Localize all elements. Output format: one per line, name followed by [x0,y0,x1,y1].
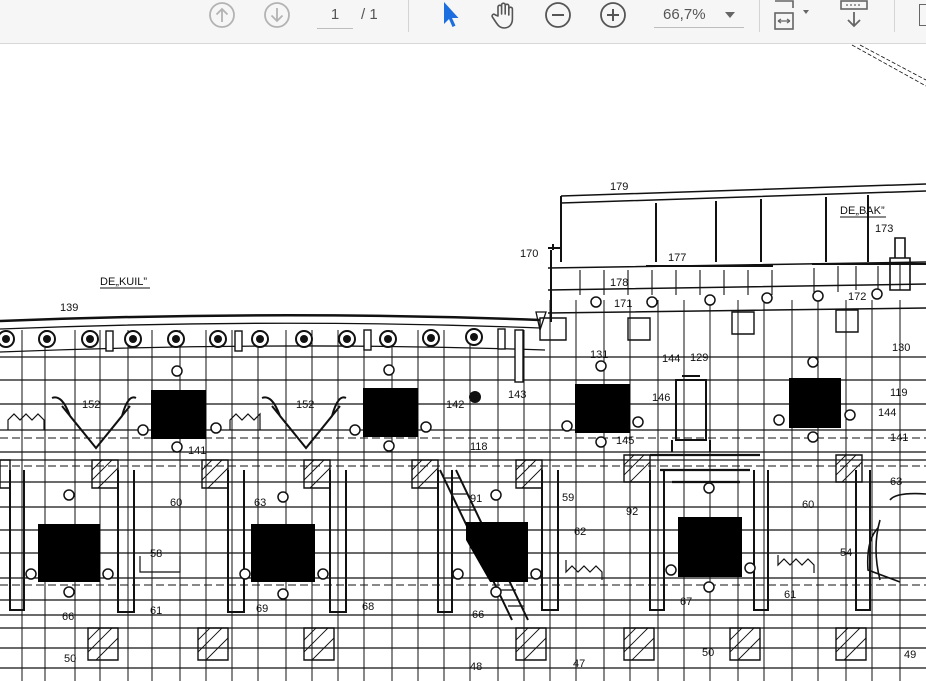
label-63b: 63 [890,476,902,488]
label-67: 67 [680,596,692,608]
label-152-right: 152 [296,399,314,411]
label-48: 48 [470,661,482,673]
label-130: 130 [892,342,910,354]
label-66: 66 [472,609,484,621]
label-145: 145 [616,435,634,447]
fit-page-icon [774,0,809,30]
label-50-left: 50 [64,653,76,665]
label-47: 47 [573,658,585,670]
label-60b: 60 [802,499,814,511]
label-179: 179 [610,181,628,193]
label-139: 139 [60,302,78,314]
download-icon [840,0,868,28]
prev-page-button[interactable] [207,0,237,30]
label-118: 118 [470,441,488,453]
label-49: 49 [904,649,916,661]
zoom-in-button[interactable] [598,0,628,30]
label-144b: 144 [878,407,896,419]
zoom-out-icon [545,2,571,28]
label-141b: 141 [890,432,908,444]
label-69: 69 [256,603,268,615]
pdf-toolbar: 1 / 1 66,7% [0,0,926,44]
zoom-in-icon [600,2,626,28]
label-171: 171 [614,298,632,310]
more-tools-icon[interactable] [919,4,926,26]
label-177: 177 [668,252,686,264]
ship-deck-drawing: DE„KUIL” DE„BAK” 179 173 170 177 178 171… [0,44,926,681]
label-152-left: 152 [82,399,100,411]
label-92: 92 [626,506,638,518]
label-61b: 61 [784,589,796,601]
label-144: 144 [662,353,680,365]
label-60: 60 [170,497,182,509]
zoom-out-button[interactable] [543,0,573,30]
toolbar-divider [894,0,895,32]
label-172: 172 [848,291,866,303]
label-63: 63 [254,497,266,509]
hand-tool-button[interactable] [488,0,520,30]
label-129: 129 [690,352,708,364]
page-number-input[interactable]: 1 [317,4,353,29]
fit-page-button[interactable] [768,0,814,30]
prev-page-icon [209,2,235,28]
label-66-left: 66 [62,611,74,623]
bak-title: DE„BAK” [840,205,885,217]
hand-tool-icon [491,2,514,29]
toolbar-divider [759,0,760,32]
label-170: 170 [520,248,538,260]
document-viewport[interactable]: DE„KUIL” DE„BAK” 179 173 170 177 178 171… [0,44,926,681]
label-143: 143 [508,389,526,401]
label-146: 146 [652,392,670,404]
label-173: 173 [875,223,893,235]
label-178: 178 [610,277,628,289]
label-62: 62 [574,526,586,538]
label-91: 91 [470,493,482,505]
label-119: 119 [890,387,908,399]
toolbar-divider [408,0,409,32]
label-58: 58 [150,548,162,560]
select-tool-button[interactable] [436,0,464,30]
label-54: 54 [840,547,852,559]
label-61: 61 [150,605,162,617]
label-131: 131 [590,349,608,361]
kuil-title: DE„KUIL” [100,276,147,288]
next-page-icon [264,2,290,28]
page-total: / 1 [361,6,378,23]
download-button[interactable] [836,0,872,30]
label-68: 68 [362,601,374,613]
label-142: 142 [446,399,464,411]
next-page-button[interactable] [262,0,292,30]
label-59: 59 [562,492,574,504]
zoom-dropdown-icon[interactable] [725,12,735,18]
zoom-level-value: 66,7% [663,6,706,23]
label-50: 50 [702,647,714,659]
select-arrow-icon [444,2,459,27]
label-141: 141 [188,445,206,457]
